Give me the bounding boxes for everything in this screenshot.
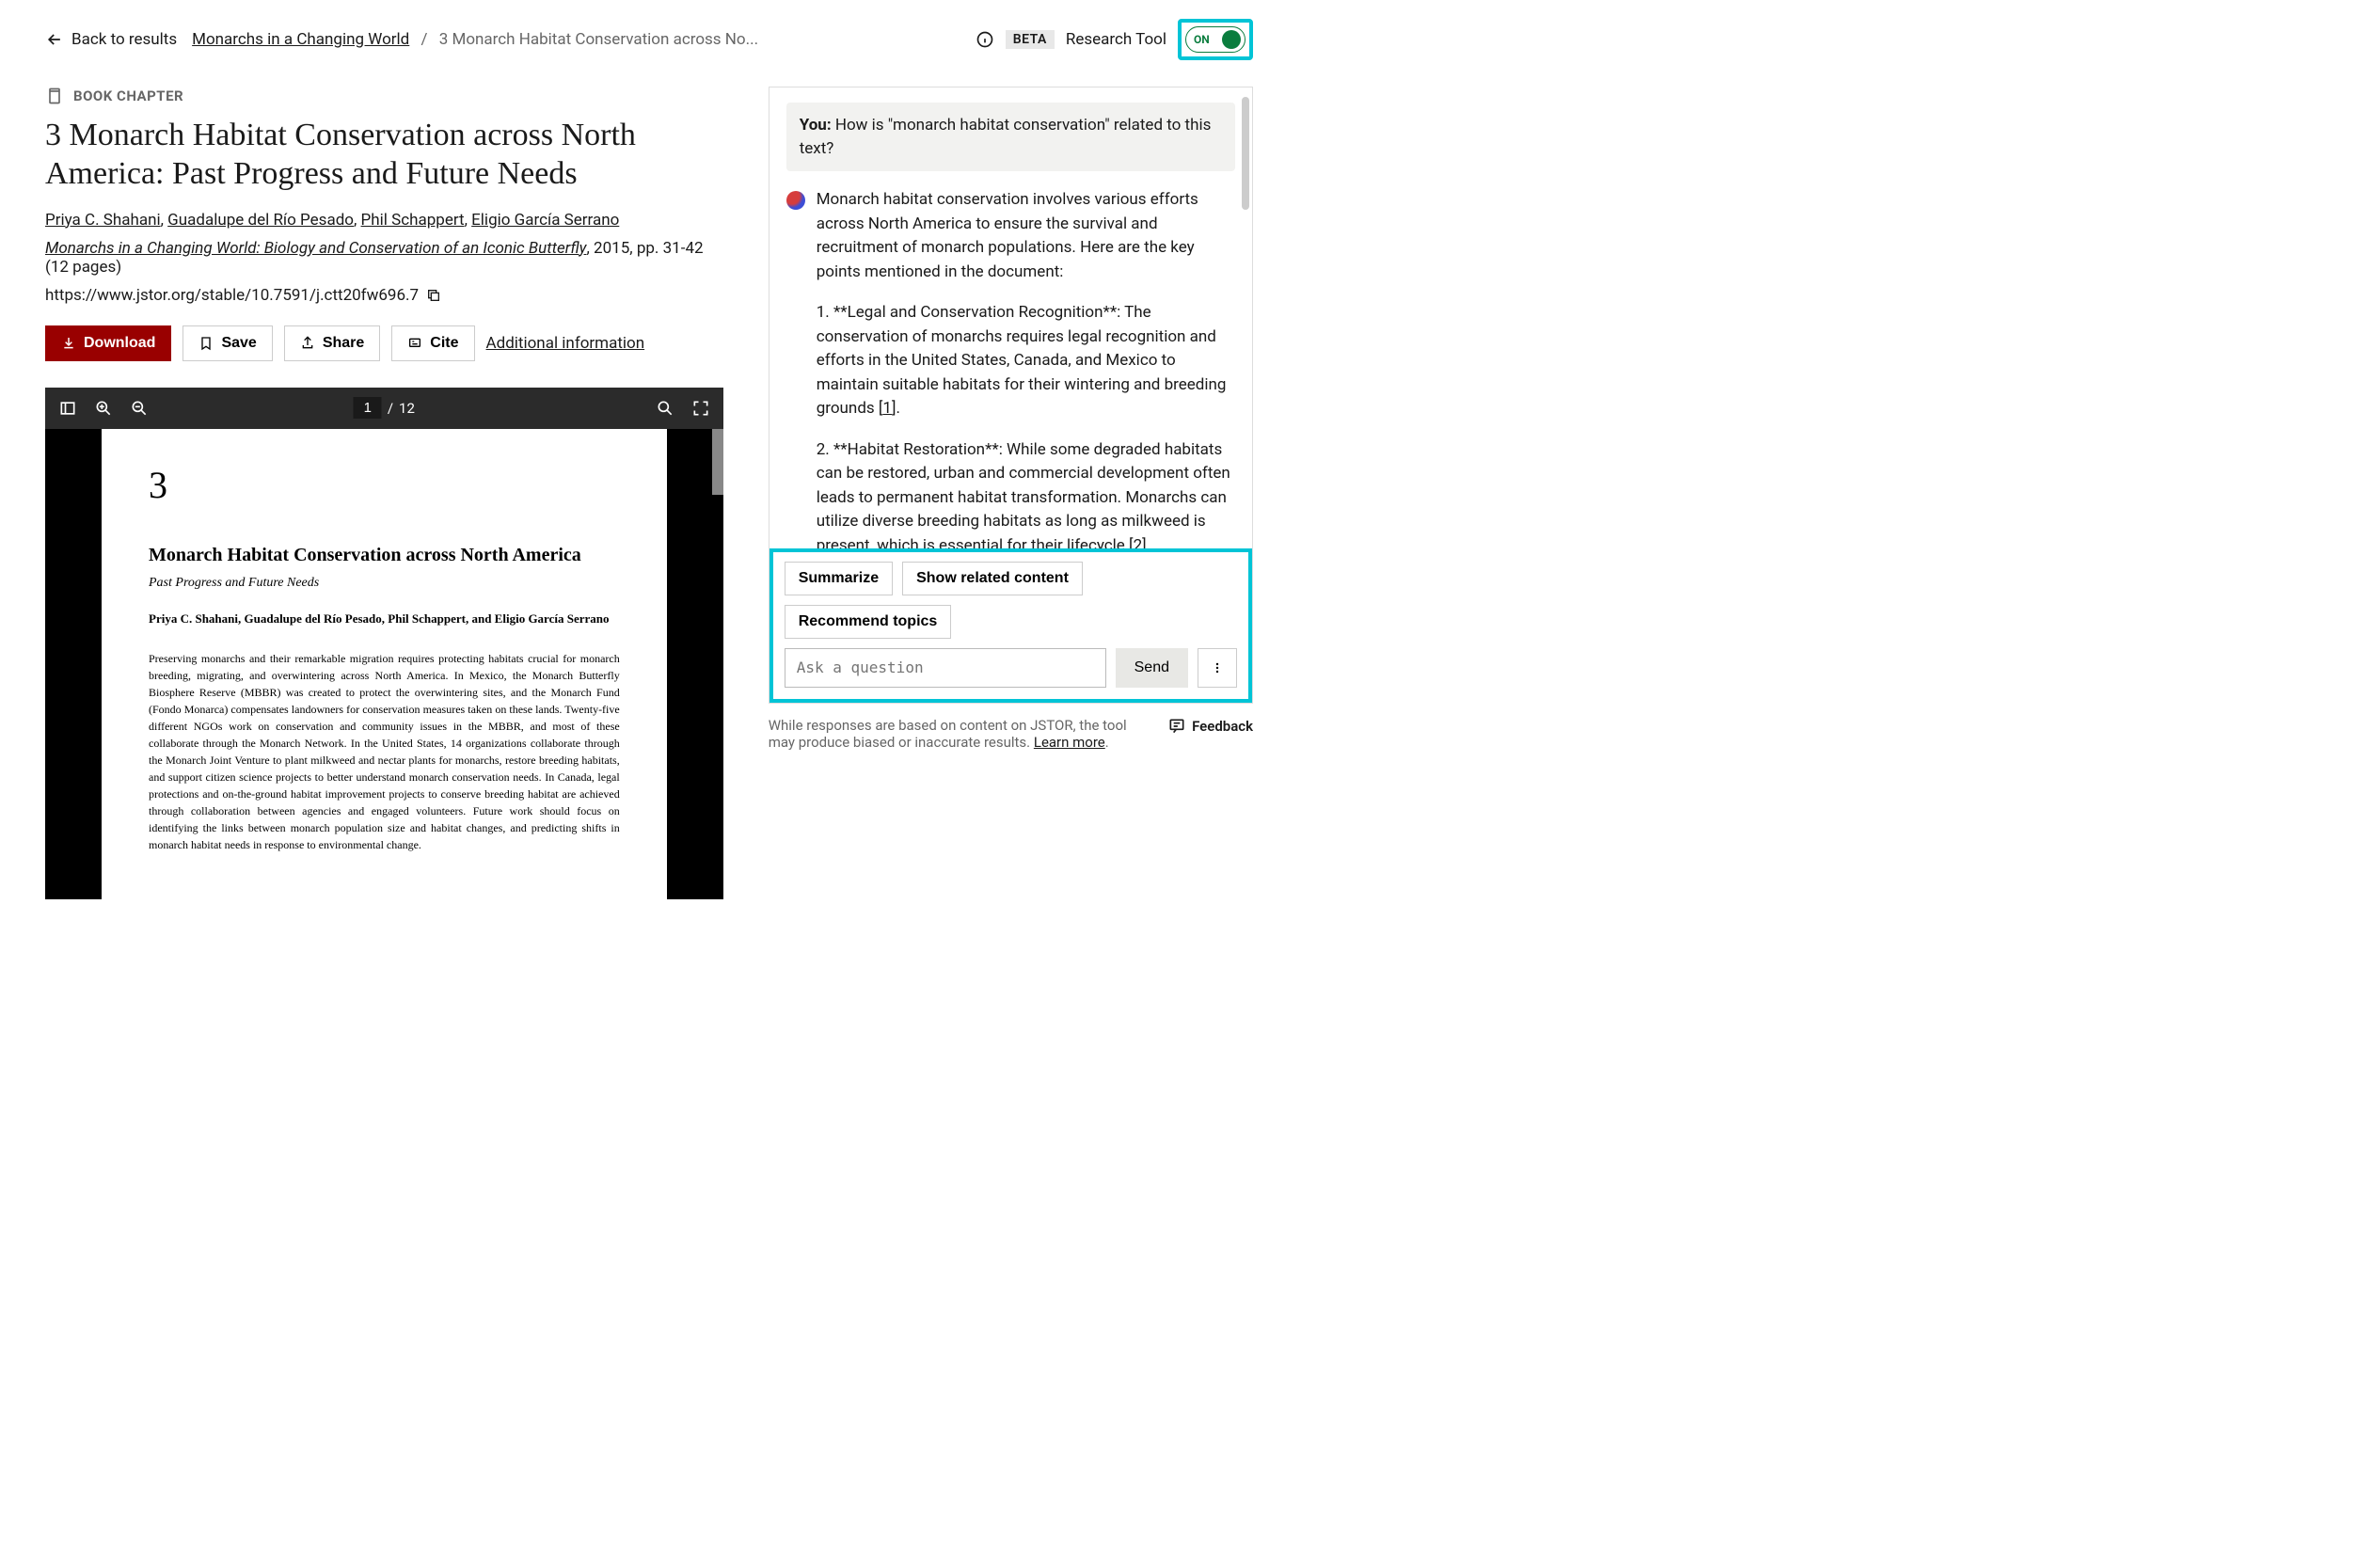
feedback-button[interactable]: Feedback — [1167, 717, 1253, 736]
chapter-authors: Priya C. Shahani, Guadalupe del Río Pesa… — [149, 610, 620, 628]
back-label: Back to results — [71, 30, 177, 49]
share-icon — [300, 336, 315, 351]
page-count-total: 12 — [399, 400, 415, 417]
pdf-page: 3 Monarch Habitat Conservation across No… — [102, 429, 667, 899]
research-tool-label: Research Tool — [1066, 30, 1166, 49]
recommend-topics-button[interactable]: Recommend topics — [785, 605, 952, 639]
user-question-text: How is "monarch habitat conservation" re… — [800, 116, 1212, 158]
feedback-icon — [1167, 717, 1186, 736]
chapter-title: Monarch Habitat Conservation across Nort… — [149, 545, 620, 566]
cite-button[interactable]: Cite — [391, 325, 474, 361]
download-button[interactable]: Download — [45, 325, 171, 361]
dots-vertical-icon — [1210, 660, 1225, 675]
authors-list: Priya C. Shahani, Guadalupe del Río Pesa… — [45, 211, 723, 230]
viewer-scrollbar[interactable] — [712, 429, 723, 495]
cite-icon — [407, 336, 422, 351]
author-link[interactable]: Guadalupe del Río Pesado — [167, 211, 354, 230]
additional-information-link[interactable]: Additional information — [486, 334, 645, 353]
fullscreen-icon[interactable] — [691, 399, 710, 418]
source-title-link[interactable]: Monarchs in a Changing World: Biology an… — [45, 239, 587, 258]
book-icon — [45, 87, 64, 105]
page-title: 3 Monarch Habitat Conservation across No… — [45, 117, 723, 194]
zoom-out-icon[interactable] — [130, 399, 149, 418]
research-tool-panel: You: How is "monarch habitat conservatio… — [769, 87, 1253, 704]
search-icon[interactable] — [656, 399, 674, 418]
back-to-results[interactable]: Back to results — [45, 30, 177, 49]
author-link[interactable]: Priya C. Shahani — [45, 211, 161, 230]
doctype-label: BOOK CHAPTER — [73, 87, 183, 104]
user-message: You: How is "monarch habitat conservatio… — [786, 103, 1235, 171]
download-icon — [61, 336, 76, 351]
send-button[interactable]: Send — [1116, 648, 1188, 688]
save-button[interactable]: Save — [182, 325, 272, 361]
toggle-on-label: ON — [1194, 33, 1210, 46]
author-link[interactable]: Eligio García Serrano — [471, 211, 619, 230]
breadcrumb-current: 3 Monarch Habitat Conservation across No… — [439, 30, 758, 49]
user-prefix: You: — [800, 116, 832, 135]
pdf-viewer: / 12 3 Monarch Habitat Conservation acro… — [45, 388, 723, 899]
beta-badge: BETA — [1006, 30, 1055, 49]
page-count-separator: / — [388, 400, 393, 417]
ai-intro-paragraph: Monarch habitat conservation involves va… — [817, 188, 1235, 284]
chapter-number: 3 — [149, 463, 620, 507]
ask-question-input[interactable] — [785, 648, 1106, 688]
citation-link-1[interactable]: 1 — [882, 399, 892, 418]
citation-link-2[interactable]: 2 — [1134, 536, 1143, 548]
author-link[interactable]: Phil Schappert — [361, 211, 465, 230]
chapter-subtitle: Past Progress and Future Needs — [149, 576, 620, 591]
chat-scrollbar[interactable] — [1242, 87, 1251, 548]
share-button[interactable]: Share — [284, 325, 380, 361]
zoom-in-icon[interactable] — [94, 399, 113, 418]
show-related-button[interactable]: Show related content — [902, 562, 1083, 595]
learn-more-link[interactable]: Learn more — [1034, 734, 1105, 751]
ai-message: Monarch habitat conservation involves va… — [786, 188, 1235, 548]
ai-avatar-icon — [786, 191, 805, 210]
stable-url-text: https://www.jstor.org/stable/10.7591/j.c… — [45, 286, 419, 305]
bookmark-icon — [198, 336, 214, 351]
ai-point-2: 2. **Habitat Restoration**: While some d… — [817, 438, 1235, 548]
copy-link-icon[interactable] — [426, 288, 441, 303]
info-icon[interactable] — [976, 30, 994, 49]
more-options-button[interactable] — [1198, 648, 1237, 688]
breadcrumb-separator: / — [420, 30, 427, 49]
ai-point-1: 1. **Legal and Conservation Recognition*… — [817, 301, 1235, 421]
disclaimer-text: While responses are based on content on … — [769, 717, 1152, 751]
summarize-button[interactable]: Summarize — [785, 562, 893, 595]
toggle-knob — [1222, 30, 1241, 49]
chapter-body: Preserving monarchs and their remarkable… — [149, 650, 620, 853]
research-tool-toggle[interactable]: ON — [1185, 26, 1246, 53]
sidebar-toggle-icon[interactable] — [58, 399, 77, 418]
page-number-input[interactable] — [354, 397, 382, 419]
breadcrumb-source-link[interactable]: Monarchs in a Changing World — [192, 30, 409, 49]
arrow-left-icon — [45, 30, 64, 49]
